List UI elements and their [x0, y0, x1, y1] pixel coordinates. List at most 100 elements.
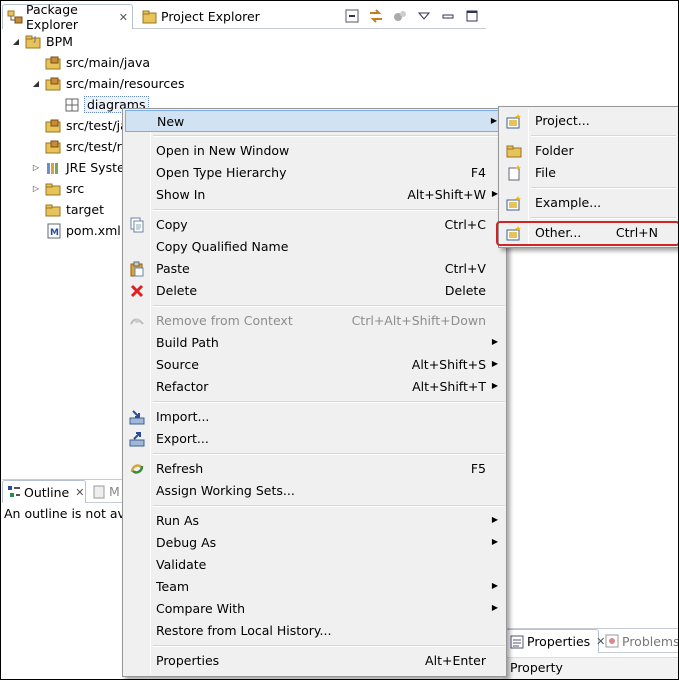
menu-item-label: Validate	[156, 557, 207, 572]
tree-node-library[interactable]: ▷ JRE Syste	[30, 157, 125, 178]
menu-separator	[153, 209, 505, 211]
package-explorer-tabbar: Package Explorer ✕ Project Explorer	[2, 2, 486, 32]
tab-package-explorer[interactable]: Package Explorer ✕	[2, 2, 133, 32]
submenu-item-other[interactable]: Other... Ctrl+N	[501, 222, 676, 244]
menu-item-label: Run As	[156, 513, 200, 528]
menu-item-team[interactable]: Team ▶	[125, 576, 504, 598]
tree-node-source-folder[interactable]: src/test/r	[45, 136, 122, 157]
tree-node-label: src/test/r	[66, 139, 122, 154]
submenu-item-example[interactable]: Example...	[501, 192, 676, 214]
collapsed-twisty-icon[interactable]: ▷	[30, 183, 42, 195]
tab-project-explorer-label: Project Explorer	[161, 9, 260, 24]
menu-separator	[531, 187, 676, 189]
package-folder-icon	[45, 139, 62, 155]
menu-item-new[interactable]: New ▶	[125, 110, 504, 132]
menu-item-remove-from-context[interactable]: Remove from Context Ctrl+Alt+Shift+Down	[125, 310, 504, 332]
submenu-item-file[interactable]: File	[501, 162, 676, 184]
menu-item-label: Refactor	[156, 379, 209, 394]
expanded-twisty-icon[interactable]: ◢	[10, 36, 22, 48]
tab-project-explorer[interactable]: Project Explorer	[138, 4, 278, 29]
focus-icon[interactable]	[392, 8, 408, 24]
expanded-twisty-icon[interactable]: ◢	[30, 78, 42, 90]
collapse-all-icon[interactable]	[344, 8, 360, 24]
menu-item-shortcut: Alt+Shift+S	[411, 357, 486, 372]
menu-item-shortcut: Alt+Shift+T	[412, 379, 486, 394]
menu-item-open-type-hierarchy[interactable]: Open Type Hierarchy F4	[125, 162, 504, 184]
submenu-item-project[interactable]: Project...	[501, 110, 676, 132]
menu-item-refactor[interactable]: Refactor Alt+Shift+T ▶	[125, 376, 504, 398]
tree-node-source-folder[interactable]: src/main/java	[45, 52, 150, 73]
submenu-arrow-icon: ▶	[491, 537, 498, 546]
package-folder-icon	[45, 118, 62, 134]
outline-icon	[7, 484, 21, 500]
view-menu-icon[interactable]	[416, 8, 432, 24]
menu-item-run-as[interactable]: Run As ▶	[125, 510, 504, 532]
menu-item-label: Folder	[535, 143, 574, 158]
tree-node-folder[interactable]: ▷ src	[30, 178, 84, 199]
menu-item-build-path[interactable]: Build Path ▶	[125, 332, 504, 354]
minimize-icon[interactable]	[440, 8, 456, 24]
close-icon[interactable]: ✕	[119, 11, 128, 24]
menu-item-copy[interactable]: Copy Ctrl+C	[125, 214, 504, 236]
tree-node-folder[interactable]: target	[45, 199, 104, 220]
menu-item-export[interactable]: Export...	[125, 428, 504, 450]
menu-item-label: Open in New Window	[156, 143, 290, 158]
menu-item-properties[interactable]: Properties Alt+Enter	[125, 650, 504, 672]
menu-item-debug-as[interactable]: Debug As ▶	[125, 532, 504, 554]
folder-icon	[45, 181, 62, 197]
menu-item-label: Team	[156, 579, 190, 594]
project-icon: J	[25, 34, 42, 50]
menu-item-open-in-new-window[interactable]: Open in New Window	[125, 140, 504, 162]
menu-item-show-in[interactable]: Show In Alt+Shift+W ▶	[125, 184, 504, 206]
menu-item-label: Export...	[156, 431, 209, 446]
refresh-icon	[125, 458, 149, 480]
tree-node-label: target	[66, 202, 105, 217]
menu-item-assign-working-sets[interactable]: Assign Working Sets...	[125, 480, 504, 502]
svg-text:M: M	[50, 228, 59, 238]
problems-icon	[605, 633, 619, 649]
view-toolbar	[344, 8, 480, 24]
menu-item-source[interactable]: Source Alt+Shift+S ▶	[125, 354, 504, 376]
menu-separator	[153, 401, 505, 403]
tree-node-project[interactable]: ◢ J BPM	[10, 31, 73, 52]
tree-node-file[interactable]: M pom.xml	[45, 220, 121, 241]
outline-message: An outline is not ava	[4, 506, 122, 521]
menu-item-restore-local-history[interactable]: Restore from Local History...	[125, 620, 504, 642]
menu-item-label: Paste	[156, 261, 190, 276]
menu-separator	[153, 645, 505, 647]
menu-item-label: Debug As	[156, 535, 217, 550]
tab-second[interactable]: M	[88, 480, 122, 503]
library-icon	[45, 160, 62, 176]
menu-item-import[interactable]: Import...	[125, 406, 504, 428]
new-example-icon	[505, 195, 523, 211]
menu-item-refresh[interactable]: Refresh F5	[125, 458, 504, 480]
menu-item-paste[interactable]: Paste Ctrl+V	[125, 258, 504, 280]
link-with-editor-icon[interactable]	[368, 8, 384, 24]
menu-item-label: Copy	[156, 217, 188, 232]
view-icon	[92, 484, 106, 500]
package-folder-icon	[45, 76, 62, 92]
menu-item-copy-qualified-name[interactable]: Copy Qualified Name	[125, 236, 504, 258]
menu-separator	[153, 505, 505, 507]
menu-item-shortcut: Ctrl+N	[615, 225, 658, 240]
maximize-icon[interactable]	[464, 8, 480, 24]
tree-node-source-folder[interactable]: ◢ src/main/resources	[30, 73, 185, 94]
menu-item-validate[interactable]: Validate	[125, 554, 504, 576]
menu-separator	[153, 305, 505, 307]
tab-properties[interactable]: Properties ✕	[505, 629, 605, 653]
menu-item-delete[interactable]: Delete Delete	[125, 280, 504, 302]
new-submenu: Project... Folder File Example... Other.…	[498, 106, 678, 248]
menu-item-compare-with[interactable]: Compare With ▶	[125, 598, 504, 620]
project-explorer-icon	[142, 9, 158, 25]
submenu-arrow-icon: ▶	[491, 581, 498, 590]
menu-item-shortcut: Ctrl+Alt+Shift+Down	[351, 313, 486, 328]
collapsed-twisty-icon[interactable]: ▷	[30, 162, 42, 174]
tab-outline[interactable]: Outline ✕	[2, 480, 86, 503]
submenu-item-folder[interactable]: Folder	[501, 140, 676, 162]
tab-problems[interactable]: Problems	[601, 629, 678, 653]
tree-node-source-folder[interactable]: src/test/ja	[45, 115, 128, 136]
paste-icon	[125, 258, 149, 280]
menu-separator	[153, 453, 505, 455]
close-icon[interactable]: ✕	[75, 486, 84, 499]
outline-tabbar: Outline ✕ M	[2, 479, 122, 503]
